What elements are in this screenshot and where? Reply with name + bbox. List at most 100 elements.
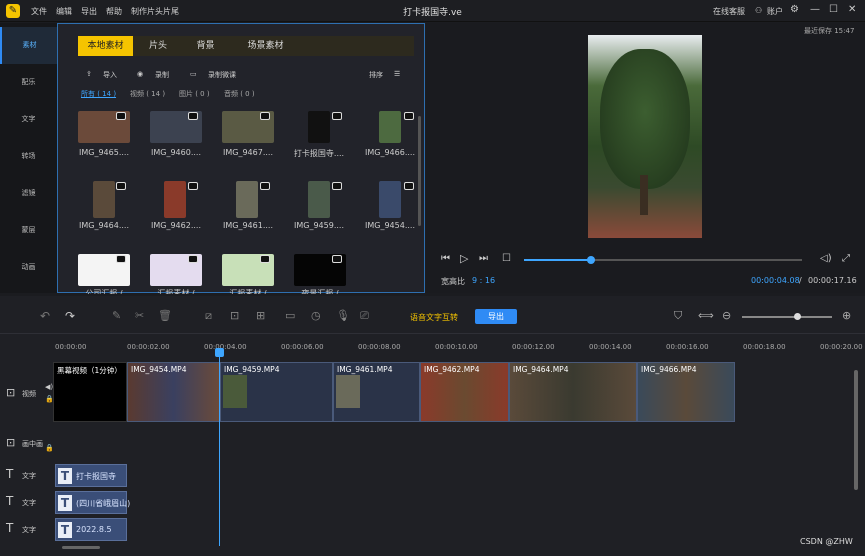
autosave-status: 最近保存 15:47: [804, 27, 855, 35]
timeline-clip[interactable]: 黑幕视频（1分钟）: [53, 362, 127, 422]
progress-knob[interactable]: [586, 256, 595, 264]
user-icon[interactable]: ⚇: [755, 6, 762, 15]
tab-scene[interactable]: 场景素材: [233, 36, 298, 56]
nav-transition[interactable]: 转场: [0, 138, 57, 175]
library-tabs: 本地素材 片头 背景 场景素材: [78, 36, 414, 56]
tab-background[interactable]: 背景: [183, 36, 228, 56]
media-thumb[interactable]: [164, 181, 186, 218]
preview-frame: [588, 35, 702, 238]
timeline-clip[interactable]: IMG_9464.MP4: [509, 362, 637, 422]
playhead[interactable]: [219, 350, 220, 546]
sort-icon[interactable]: ☰: [394, 70, 400, 78]
progress-track[interactable]: [524, 256, 802, 264]
media-thumb[interactable]: [93, 181, 115, 218]
timeline-clip[interactable]: IMG_9461.MP4: [333, 362, 420, 422]
play-icon[interactable]: ▷: [460, 252, 468, 265]
record-button[interactable]: 录制: [155, 70, 169, 80]
text-track-2: T 文字 T (四川省峨眉山): [0, 490, 855, 515]
mic-icon[interactable]: 🎙: [336, 309, 350, 322]
text-clip[interactable]: T (四川省峨眉山): [55, 491, 131, 514]
fit-icon[interactable]: ⟺: [698, 309, 714, 322]
close-icon[interactable]: ✕: [848, 4, 856, 15]
media-thumb[interactable]: [308, 111, 330, 143]
import-button[interactable]: 导入: [103, 70, 117, 80]
text-track-label: 文字: [22, 526, 36, 534]
timeline-clip[interactable]: IMG_9459.MP4: [220, 362, 333, 422]
marker-icon[interactable]: ⛉: [674, 309, 682, 323]
pen-icon[interactable]: ✎: [112, 309, 121, 322]
nav-animation[interactable]: 动画: [0, 249, 57, 286]
resize-icon[interactable]: ⊡: [230, 309, 239, 322]
filter-image[interactable]: 图片 ( 0 ): [179, 89, 210, 99]
tab-intro[interactable]: 片头: [138, 36, 178, 56]
nav-text[interactable]: 文字: [0, 101, 57, 138]
maximize-icon[interactable]: ☐: [829, 4, 838, 15]
timeline-clip[interactable]: IMG_9454.MP4: [127, 362, 220, 422]
screen-record-icon[interactable]: ▭: [190, 70, 197, 78]
import-icon[interactable]: ⇪: [86, 70, 92, 78]
speech-to-text-button[interactable]: 语音文字互转: [410, 312, 458, 323]
timeline-hscroll[interactable]: [62, 546, 100, 549]
video-icon: [332, 255, 342, 263]
zoom-in-icon[interactable]: ⊕: [842, 309, 851, 322]
account-link[interactable]: 账户: [767, 6, 783, 17]
sort-button[interactable]: 排序: [369, 70, 383, 80]
media-label: IMG_9466....: [365, 148, 415, 157]
ruler-tick: 00:00:08.00: [358, 343, 401, 351]
fullscreen-icon[interactable]: ⤢: [842, 253, 850, 264]
nav-material[interactable]: 素材: [0, 27, 57, 64]
export-button[interactable]: 导出: [475, 309, 517, 324]
video-icon: [404, 182, 414, 190]
media-thumb[interactable]: [236, 181, 258, 218]
filter-audio[interactable]: 音频 ( 0 ): [224, 89, 255, 99]
filter-all[interactable]: 所有 ( 14 ): [81, 89, 116, 99]
stop-icon[interactable]: ☐: [502, 253, 511, 264]
media-thumb[interactable]: [379, 111, 401, 143]
speed-icon[interactable]: ◷: [311, 309, 321, 322]
video-icon: [404, 112, 414, 120]
redo-icon[interactable]: ↷: [65, 309, 75, 323]
text-clip[interactable]: T 2022.8.5: [55, 518, 127, 541]
record-course-button[interactable]: 录制微课: [208, 70, 236, 80]
cut-icon[interactable]: ✂: [135, 309, 144, 322]
volume-icon[interactable]: ◁): [820, 253, 832, 264]
media-label: 汇报素材 /: [229, 289, 267, 294]
filter-video[interactable]: 视频 ( 14 ): [130, 89, 165, 99]
frame-icon[interactable]: ▭: [285, 309, 295, 322]
record-icon[interactable]: ◉: [137, 70, 143, 78]
tab-local[interactable]: 本地素材: [78, 36, 133, 56]
nav-overlay[interactable]: 蒙层: [0, 212, 57, 249]
undo-icon[interactable]: ↶: [40, 309, 50, 323]
nav-filter[interactable]: 滤镜: [0, 175, 57, 212]
media-thumb[interactable]: [308, 181, 330, 218]
audio-toggle-icon[interactable]: ◀): [45, 383, 53, 391]
timeline-vscroll[interactable]: [854, 370, 858, 490]
next-frame-icon[interactable]: ⏭: [479, 253, 488, 264]
ruler-tick: 00:00:12.00: [512, 343, 555, 351]
minimize-icon[interactable]: —: [810, 4, 820, 15]
timeline-ruler[interactable]: 00:00:00 00:00:02.00 00:00:04.00 00:00:0…: [55, 340, 865, 358]
zoom-knob[interactable]: [794, 313, 801, 320]
delete-icon[interactable]: 🗑: [158, 309, 172, 322]
toolbar-divider: [0, 333, 865, 334]
media-thumb[interactable]: [379, 181, 401, 218]
crop-icon[interactable]: ⧄: [205, 309, 212, 323]
timeline-clip[interactable]: IMG_9462.MP4: [420, 362, 509, 422]
nav-music[interactable]: 配乐: [0, 64, 57, 101]
playhead-handle[interactable]: [215, 348, 224, 357]
prev-frame-icon[interactable]: ⏮: [441, 253, 450, 264]
text-clip[interactable]: T 打卡报国寺: [55, 464, 127, 487]
online-service-link[interactable]: 在线客服: [713, 6, 745, 17]
settings-icon[interactable]: ⚙: [790, 4, 799, 15]
timeline-clip[interactable]: IMG_9466.MP4: [637, 362, 735, 422]
library-scrollbar[interactable]: [418, 116, 421, 226]
zoom-slider[interactable]: [742, 313, 832, 320]
zoom-out-icon[interactable]: ⊖: [722, 309, 731, 322]
subtitle-icon[interactable]: ⎚: [360, 309, 369, 323]
clip-name: 黑幕视频（1分钟）: [57, 366, 122, 375]
ratio-value[interactable]: 9 : 16: [472, 276, 495, 285]
current-time: 00:00:04.08: [751, 276, 800, 285]
split-icon[interactable]: ⊞: [256, 309, 265, 322]
lock-icon[interactable]: 🔒: [45, 444, 54, 452]
text-clip-content: (四川省峨眉山): [76, 499, 131, 508]
